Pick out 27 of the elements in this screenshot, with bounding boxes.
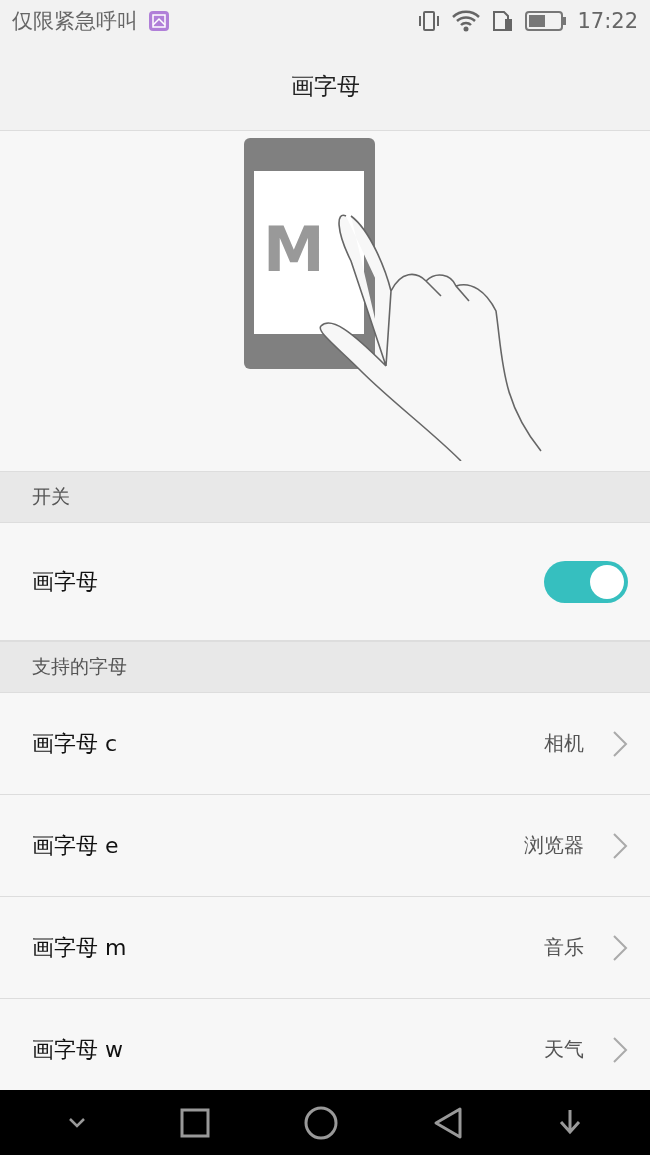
section-title: 支持的字母 — [32, 654, 127, 679]
image-icon — [148, 10, 170, 32]
gesture-drawing: M — [225, 131, 545, 461]
home-icon[interactable] — [304, 1105, 338, 1140]
chevron-right-icon — [612, 831, 628, 860]
row-label: 画字母 — [32, 567, 99, 596]
row-label: 画字母 c — [32, 729, 119, 758]
chevron-right-icon — [612, 933, 628, 962]
page-title: 画字母 — [290, 71, 360, 101]
row-value: 浏览器 — [524, 832, 584, 859]
battery-icon — [525, 10, 568, 32]
toggle-switch[interactable] — [544, 560, 628, 603]
row-value: 音乐 — [544, 934, 584, 961]
row-label: 画字母 e — [32, 831, 120, 860]
wifi-icon — [451, 9, 482, 33]
section-title: 开关 — [32, 484, 70, 509]
time-text: 17:22 — [577, 9, 638, 33]
row-label: 画字母 w — [32, 1035, 124, 1064]
row-value: 相机 — [544, 730, 584, 757]
chevron-down-icon[interactable] — [66, 1116, 87, 1129]
row-label: 画字母 m — [32, 933, 128, 962]
chevron-right-icon — [612, 1035, 628, 1064]
chevron-right-icon — [612, 729, 628, 758]
vibrate-icon — [417, 9, 442, 33]
recents-icon[interactable] — [180, 1107, 211, 1138]
carrier-text: 仅限紧急呼叫 — [12, 8, 138, 35]
row-value: 天气 — [544, 1036, 584, 1063]
